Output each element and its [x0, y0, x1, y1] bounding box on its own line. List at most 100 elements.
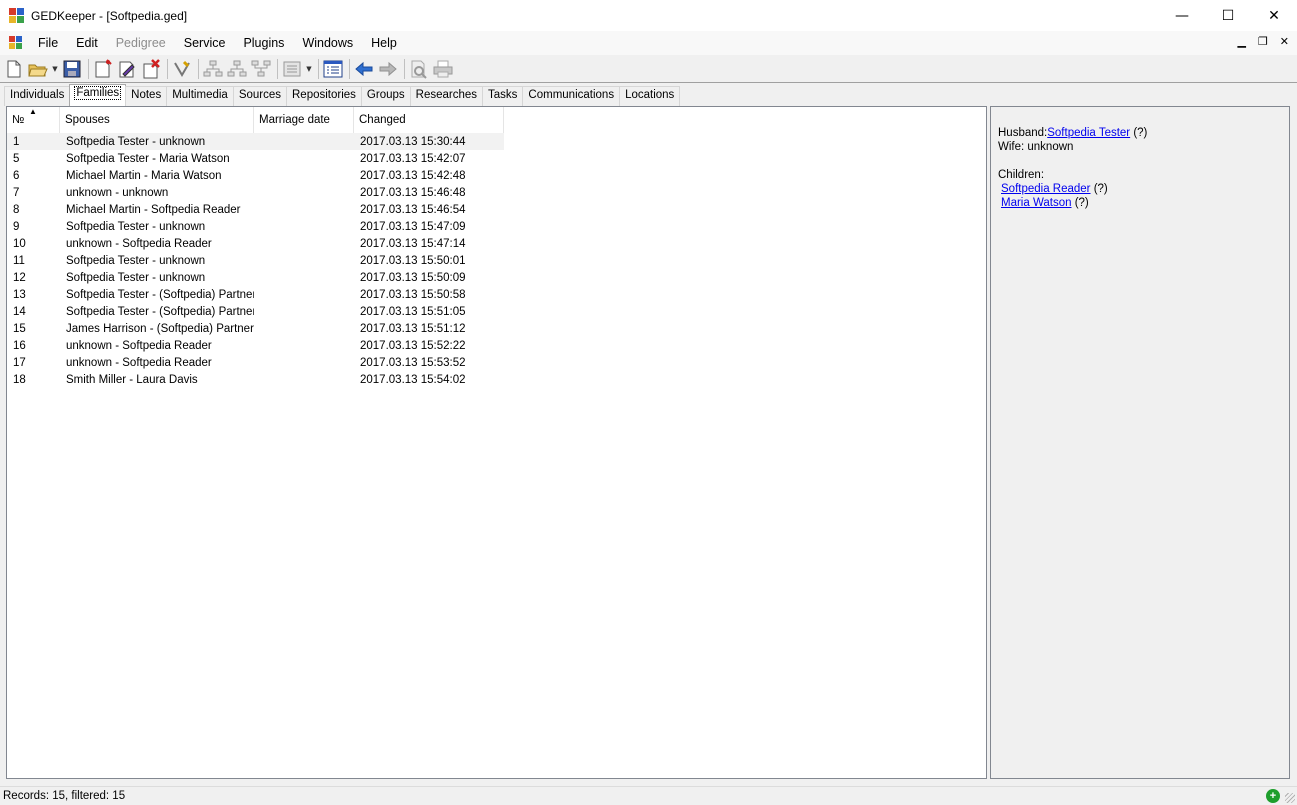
maximize-button[interactable]: ☐ [1205, 0, 1251, 31]
pedigree-icon[interactable] [202, 58, 224, 80]
open-dropdown-icon[interactable]: ▼ [51, 65, 59, 73]
pedigree-dd-icon[interactable] [250, 58, 272, 80]
close-button[interactable]: ✕ [1251, 0, 1297, 31]
new-file-icon[interactable] [3, 58, 25, 80]
cell-changed: 2017.03.13 15:50:01 [360, 254, 466, 267]
tab-individuals[interactable]: Individuals [4, 86, 71, 106]
tab-notes[interactable]: Notes [125, 86, 168, 106]
table-row[interactable]: 8 Michael Martin - Softpedia Reader 2017.0… [7, 201, 504, 218]
edit-record-icon[interactable] [116, 58, 138, 80]
table-row[interactable]: 5 Softpedia Tester - Maria Watson 2017.03.… [7, 150, 504, 167]
plus-icon[interactable]: + [1266, 789, 1280, 803]
menu-file[interactable]: File [29, 36, 67, 50]
column-header-changed[interactable]: Changed [354, 107, 504, 133]
tab-groups[interactable]: Groups [360, 86, 411, 106]
tab-locations[interactable]: Locations [619, 86, 681, 106]
table-row[interactable]: 18 Smith Miller - Laura Davis 2017.03.13 1… [7, 371, 504, 388]
cell-changed: 2017.03.13 15:51:05 [360, 305, 466, 318]
document-icon[interactable] [9, 36, 23, 50]
tab-families[interactable]: Families [69, 84, 127, 106]
table-row[interactable]: 16 unknown - Softpedia Reader 2017.03.13 1… [7, 337, 504, 354]
mdi-restore-button[interactable]: ❐ [1258, 35, 1268, 48]
husband-link[interactable]: Softpedia Tester [1047, 127, 1130, 139]
reports-icon[interactable] [281, 58, 303, 80]
cell-spouses: Softpedia Tester - unknown [66, 254, 206, 267]
child-link[interactable]: Maria Watson [1001, 197, 1072, 209]
menu-windows[interactable]: Windows [293, 36, 362, 50]
table-row[interactable]: 12 Softpedia Tester - unknown 2017.03.13 1… [7, 269, 504, 286]
cell-spouses: unknown - Softpedia Reader [66, 356, 212, 369]
cell-number: 6 [13, 169, 20, 182]
open-file-icon[interactable] [27, 58, 49, 80]
toolbar: ▼ ▼ [0, 55, 1297, 83]
menu-plugins[interactable]: Plugins [234, 36, 293, 50]
table-row[interactable]: 13 Softpedia Tester - (Softpedia) Partner… [7, 286, 504, 303]
cell-changed: 2017.03.13 15:54:02 [360, 373, 466, 386]
menu-help[interactable]: Help [362, 36, 406, 50]
print-preview-icon[interactable] [408, 58, 430, 80]
forward-icon[interactable] [377, 58, 399, 80]
cell-spouses: unknown - Softpedia Reader [66, 339, 212, 352]
sort-ascending-icon: ▲ [29, 107, 37, 116]
cell-number: 18 [13, 373, 26, 386]
minimize-button[interactable]: — [1159, 0, 1205, 31]
column-header-marriage-date[interactable]: Marriage date [254, 107, 354, 133]
title-bar: GEDKeeper - [Softpedia.ged] — ☐ ✕ [0, 0, 1297, 31]
status-bar: Records: 15, filtered: 15 + [0, 786, 1297, 805]
resize-grip-icon[interactable] [1285, 793, 1295, 803]
cell-changed: 2017.03.13 15:50:58 [360, 288, 466, 301]
family-info-panel: Husband:Softpedia Tester (?) Wife: unkno… [990, 106, 1290, 779]
column-header-spouses[interactable]: Spouses [60, 107, 254, 133]
toolbar-separator [88, 58, 89, 79]
menu-pedigree[interactable]: Pedigree [107, 36, 175, 50]
tab-communications[interactable]: Communications [522, 86, 621, 106]
tab-repositories[interactable]: Repositories [286, 86, 362, 106]
table-row[interactable]: 1 Softpedia Tester - unknown 2017.03.13 15… [7, 133, 504, 150]
mdi-close-button[interactable]: ✕ [1280, 35, 1289, 48]
status-records-text: Records: 15, filtered: 15 [3, 790, 126, 802]
tab-sources[interactable]: Sources [232, 86, 287, 106]
table-row[interactable]: 11 Softpedia Tester - unknown 2017.03.13 1… [7, 252, 504, 269]
delete-record-icon[interactable] [140, 58, 162, 80]
print-icon[interactable] [432, 58, 454, 80]
child-link[interactable]: Softpedia Reader [1001, 183, 1091, 195]
cell-spouses: unknown - Softpedia Reader [66, 237, 212, 250]
husband-suffix: (?) [1130, 127, 1148, 139]
filter-icon[interactable] [171, 58, 193, 80]
cell-spouses: Softpedia Tester - (Softpedia) Partner [66, 288, 254, 301]
list-header: № ▲ Spouses Marriage date Changed [7, 107, 986, 133]
tab-researches[interactable]: Researches [409, 86, 484, 106]
menu-edit[interactable]: Edit [67, 36, 107, 50]
toolbar-separator [167, 58, 168, 79]
save-icon[interactable] [61, 58, 83, 80]
table-row[interactable]: 15 James Harrison - (Softpedia) Partner 20… [7, 320, 504, 337]
column-header-number[interactable]: № ▲ [7, 107, 60, 133]
table-row[interactable]: 7 unknown - unknown 2017.03.13 15:46:48 [7, 184, 504, 201]
cell-number: 15 [13, 322, 26, 335]
husband-line: Husband:Softpedia Tester (?) [998, 126, 1282, 140]
cell-changed: 2017.03.13 15:53:52 [360, 356, 466, 369]
mdi-minimize-button[interactable]: ▁ [1237, 35, 1245, 48]
tab-tasks[interactable]: Tasks [482, 86, 524, 106]
add-record-icon[interactable] [92, 58, 114, 80]
families-list[interactable]: № ▲ Spouses Marriage date Changed 1 Softp… [6, 106, 987, 779]
toolbar-separator [349, 58, 350, 79]
tree-view-icon[interactable] [322, 58, 344, 80]
tab-multimedia[interactable]: Multimedia [166, 86, 234, 106]
cell-changed: 2017.03.13 15:42:07 [360, 152, 466, 165]
menu-bar: File Edit Pedigree Service Plugins Windo… [0, 31, 1297, 55]
cell-changed: 2017.03.13 15:50:09 [360, 271, 466, 284]
table-row[interactable]: 10 unknown - Softpedia Reader 2017.03.13 1… [7, 235, 504, 252]
child-line: Softpedia Reader (?) [1001, 183, 1108, 195]
pedigree-d-icon[interactable] [226, 58, 248, 80]
children-label: Children: [998, 169, 1045, 181]
reports-dropdown-icon[interactable]: ▼ [305, 65, 313, 73]
table-row[interactable]: 14 Softpedia Tester - (Softpedia) Partner… [7, 303, 504, 320]
menu-service[interactable]: Service [175, 36, 235, 50]
cell-changed: 2017.03.13 15:42:48 [360, 169, 466, 182]
table-row[interactable]: 9 Softpedia Tester - unknown 2017.03.13 15… [7, 218, 504, 235]
back-icon[interactable] [353, 58, 375, 80]
cell-changed: 2017.03.13 15:30:44 [360, 135, 466, 148]
table-row[interactable]: 6 Michael Martin - Maria Watson 2017.03.13… [7, 167, 504, 184]
table-row[interactable]: 17 unknown - Softpedia Reader 2017.03.13 1… [7, 354, 504, 371]
